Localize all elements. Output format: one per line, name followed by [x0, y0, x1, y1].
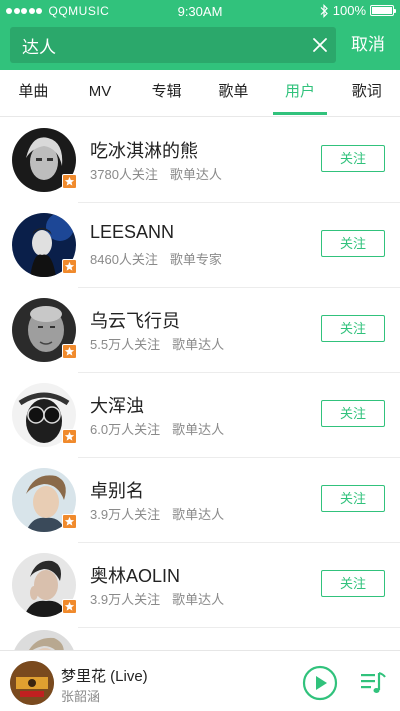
follow-button[interactable]: 关注: [321, 145, 385, 172]
battery-percent: 100%: [332, 3, 366, 18]
star-icon: [62, 429, 77, 444]
close-icon[interactable]: [310, 35, 330, 55]
mini-player[interactable]: 梦里花 (Live) 张韶涵: [0, 650, 400, 711]
tab-users[interactable]: 用户: [267, 70, 334, 116]
album-art[interactable]: [10, 661, 54, 705]
user-name: 卓别名: [90, 481, 144, 501]
user-list: 吃冰淇淋的熊 3780人关注 歌单达人 关注 LEESANN 8460人关注 歌单专…: [0, 118, 400, 650]
list-item[interactable]: 吃冰淇淋的熊 3780人关注 歌单达人 关注: [0, 118, 400, 203]
playlist-icon[interactable]: [360, 669, 386, 697]
divider: [78, 627, 400, 628]
battery-icon: [370, 5, 396, 16]
bluetooth-icon: [320, 3, 328, 18]
star-icon: [62, 599, 77, 614]
follower-count: 3780人关注: [90, 167, 158, 182]
follow-button[interactable]: 关注: [321, 400, 385, 427]
search-box: [10, 27, 336, 63]
follow-button[interactable]: 关注: [321, 485, 385, 512]
tab-mv[interactable]: MV: [67, 70, 134, 116]
user-name: 吃冰淇淋的熊: [90, 141, 198, 161]
user-meta: 3.9万人关注 歌单达人: [90, 589, 224, 608]
avatar[interactable]: [12, 630, 76, 650]
list-item[interactable]: 大浑浊 6.0万人关注 歌单达人 关注: [0, 373, 400, 458]
list-item[interactable]: 卓别名 3.9万人关注 歌单达人 关注: [0, 458, 400, 543]
search-input[interactable]: [10, 27, 300, 63]
search-tabs: 单曲 MV 专辑 歌单 用户 歌词: [0, 70, 400, 117]
status-right: 100%: [319, 3, 396, 18]
user-meta: 8460人关注 歌单专家: [90, 249, 222, 268]
tab-songs[interactable]: 单曲: [0, 70, 67, 116]
follow-button[interactable]: 关注: [321, 315, 385, 342]
play-icon[interactable]: [302, 665, 338, 701]
user-meta: 3780人关注 歌单达人: [90, 164, 222, 183]
list-item[interactable]: LEESANN 8460人关注 歌单专家 关注: [0, 203, 400, 288]
tab-playlists[interactable]: 歌单: [200, 70, 267, 116]
user-meta: 3.9万人关注 歌单达人: [90, 504, 224, 523]
star-icon: [62, 174, 77, 189]
song-title: 梦里花 (Live): [61, 668, 148, 685]
user-role: 歌单达人: [172, 592, 225, 607]
status-bar: QQMUSIC 9:30AM 100%: [0, 0, 400, 22]
follower-count: 6.0万人关注: [90, 422, 161, 437]
user-name: 大浑浊: [90, 396, 144, 416]
user-role: 歌单达人: [172, 337, 225, 352]
user-role: 歌单专家: [169, 252, 222, 267]
tab-albums[interactable]: 专辑: [133, 70, 200, 116]
tab-lyrics[interactable]: 歌词: [333, 70, 400, 116]
follower-count: 8460人关注: [90, 252, 158, 267]
follow-button[interactable]: 关注: [321, 230, 385, 257]
user-role: 歌单达人: [169, 167, 222, 182]
user-meta: 6.0万人关注 歌单达人: [90, 419, 224, 438]
user-role: 歌单达人: [172, 422, 225, 437]
list-item[interactable]: 奥林AOLIN 3.9万人关注 歌单达人 关注: [0, 543, 400, 628]
follower-count: 3.9万人关注: [90, 507, 161, 522]
follow-button[interactable]: 关注: [321, 570, 385, 597]
user-name: 奥林AOLIN: [90, 566, 181, 586]
star-icon: [62, 514, 77, 529]
user-role: 歌单达人: [172, 507, 225, 522]
cancel-button[interactable]: 取消: [342, 27, 394, 63]
list-item[interactable]: 乌云飞行员 5.5万人关注 歌单达人 关注: [0, 288, 400, 373]
follower-count: 3.9万人关注: [90, 592, 161, 607]
user-name: LEESANN: [90, 222, 175, 242]
follower-count: 5.5万人关注: [90, 337, 161, 352]
search-header: QQMUSIC 9:30AM 100% 取消: [0, 0, 400, 70]
star-icon: [62, 344, 77, 359]
song-artist: 张韶涵: [61, 689, 101, 704]
user-meta: 5.5万人关注 歌单达人: [90, 334, 224, 353]
star-icon: [62, 259, 77, 274]
user-name: 乌云飞行员: [90, 311, 180, 331]
